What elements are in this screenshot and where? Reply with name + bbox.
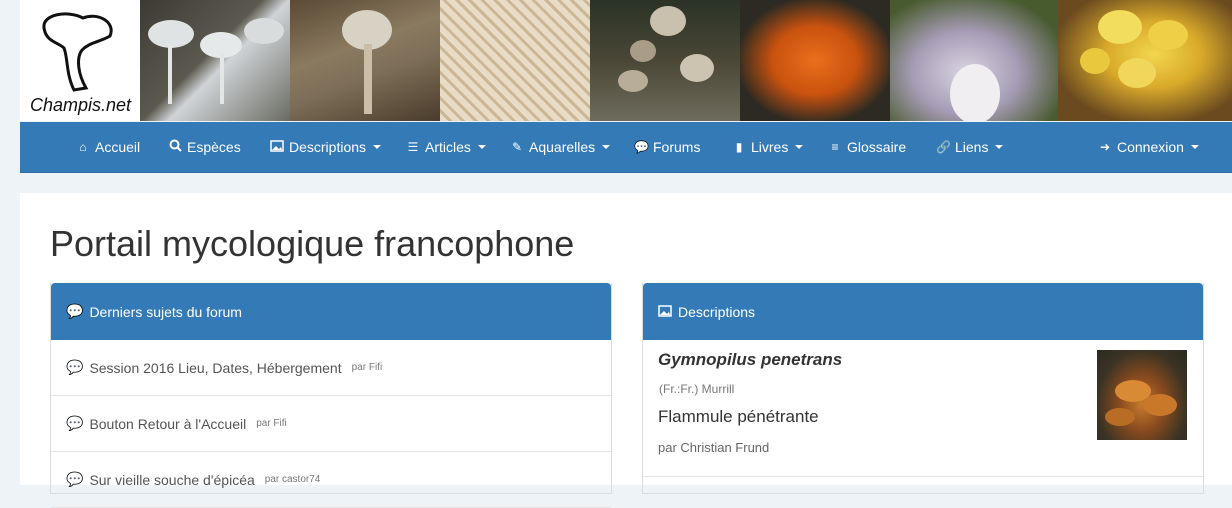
caret-down-icon bbox=[1190, 145, 1199, 149]
comments-icon: 💬 bbox=[66, 303, 84, 319]
descriptions-panel: Descriptions Gymnopilus penetrans (Fr.:F… bbox=[642, 283, 1204, 494]
banner-photo bbox=[890, 0, 1058, 121]
site-name: Champis.net bbox=[30, 95, 132, 115]
caret-down-icon bbox=[995, 145, 1004, 149]
home-icon: ⌂ bbox=[79, 140, 87, 154]
link-icon: 🔗 bbox=[936, 140, 951, 154]
nav-label: Connexion bbox=[1117, 139, 1184, 155]
caret-down-icon bbox=[602, 145, 611, 149]
caret-down-icon bbox=[373, 145, 382, 149]
main-content: Portail mycologique francophone 💬 Dernie… bbox=[20, 193, 1232, 508]
descriptions-panel-header: Descriptions bbox=[643, 283, 1203, 340]
forum-topic-title[interactable]: Bouton Retour à l'Accueil bbox=[89, 416, 246, 432]
nav-label: Aquarelles bbox=[529, 139, 596, 155]
site-logo[interactable]: Champis.net bbox=[20, 0, 140, 121]
forum-topic-title[interactable]: Sur vieille souche d'épicéa bbox=[89, 472, 254, 488]
banner-photo bbox=[290, 0, 440, 121]
align-left-icon: ☰ bbox=[407, 140, 419, 154]
list-icon: ≡ bbox=[831, 140, 839, 154]
nav-label: Livres bbox=[751, 139, 789, 155]
caret-down-icon bbox=[477, 145, 486, 149]
main-navbar: ⌂ Accueil Espèces Descriptions ☰ Article… bbox=[20, 122, 1232, 173]
comments-icon: 💬 bbox=[634, 140, 649, 154]
descriptions-panel-title: Descriptions bbox=[678, 303, 756, 320]
banner-photo bbox=[740, 0, 890, 121]
banner-photo bbox=[440, 0, 590, 121]
forum-topic-author: par Fifi bbox=[256, 418, 287, 429]
nav-label: Descriptions bbox=[289, 139, 367, 155]
nav-accueil[interactable]: ⌂ Accueil bbox=[76, 139, 140, 155]
page-title: Portail mycologique francophone bbox=[50, 223, 575, 264]
forum-panel: 💬 Derniers sujets du forum 💬 Session 201… bbox=[50, 283, 612, 508]
forum-topic-row[interactable]: 💬 Session 2016 Lieu, Dates, Hébergement … bbox=[51, 340, 611, 396]
nav-label: Glossaire bbox=[847, 139, 907, 155]
nav-forums[interactable]: 💬 Forums bbox=[634, 139, 700, 155]
brush-icon: ✎ bbox=[511, 140, 523, 154]
species-author: (Fr.:Fr.) Murrill bbox=[659, 382, 735, 396]
caret-down-icon bbox=[795, 145, 804, 149]
nav-aquarelles[interactable]: ✎ Aquarelles bbox=[510, 139, 611, 155]
species-latin-name[interactable]: Gymnopilus penetrans bbox=[658, 350, 842, 370]
forum-topic-title[interactable]: Session 2016 Lieu, Dates, Hébergement bbox=[89, 360, 341, 376]
nav-especes[interactable]: Espèces bbox=[168, 139, 241, 155]
forum-topic-author: par castor74 bbox=[264, 474, 321, 485]
description-item[interactable]: Gymnopilus penetrans (Fr.:Fr.) Murrill F… bbox=[643, 340, 1203, 477]
picture-icon bbox=[270, 139, 284, 155]
description-author: par Christian Frund bbox=[658, 440, 770, 455]
forum-panel-title: Derniers sujets du forum bbox=[89, 303, 242, 320]
banner-photo bbox=[1058, 0, 1232, 121]
species-thumbnail[interactable] bbox=[1097, 350, 1187, 440]
nav-label: Liens bbox=[955, 139, 989, 155]
sign-in-icon: ➜ bbox=[1099, 140, 1111, 154]
picture-icon bbox=[658, 304, 672, 320]
nav-livres[interactable]: ▮ Livres bbox=[732, 139, 804, 155]
banner-photo bbox=[140, 0, 290, 121]
nav-articles[interactable]: ☰ Articles bbox=[406, 139, 486, 155]
nav-connexion[interactable]: ➜ Connexion bbox=[1098, 139, 1199, 155]
mushroom-logo-icon bbox=[42, 12, 113, 92]
comments-icon: 💬 bbox=[66, 471, 84, 487]
book-icon: ▮ bbox=[735, 140, 743, 154]
banner-photo bbox=[590, 0, 740, 121]
forum-topic-author: par Fifi bbox=[351, 362, 383, 373]
nav-descriptions[interactable]: Descriptions bbox=[270, 139, 382, 155]
forum-topic-row[interactable]: 💬 Bouton Retour à l'Accueil par Fifi bbox=[51, 396, 611, 452]
species-common-name: Flammule pénétrante bbox=[658, 407, 819, 426]
forum-topic-row[interactable]: 💬 Sur vieille souche d'épicéa par castor… bbox=[51, 452, 611, 508]
nav-label: Espèces bbox=[187, 139, 241, 155]
header-banner: Champis.net bbox=[20, 0, 1232, 121]
comments-icon: 💬 bbox=[66, 415, 84, 431]
nav-glossaire[interactable]: ≡ Glossaire bbox=[828, 139, 906, 155]
comments-icon: 💬 bbox=[66, 359, 84, 375]
nav-label: Accueil bbox=[95, 139, 141, 155]
nav-liens[interactable]: 🔗 Liens bbox=[936, 139, 1004, 155]
nav-label: Forums bbox=[653, 139, 701, 155]
nav-label: Articles bbox=[425, 139, 471, 155]
search-icon bbox=[168, 139, 182, 155]
forum-panel-header: 💬 Derniers sujets du forum bbox=[51, 283, 611, 340]
